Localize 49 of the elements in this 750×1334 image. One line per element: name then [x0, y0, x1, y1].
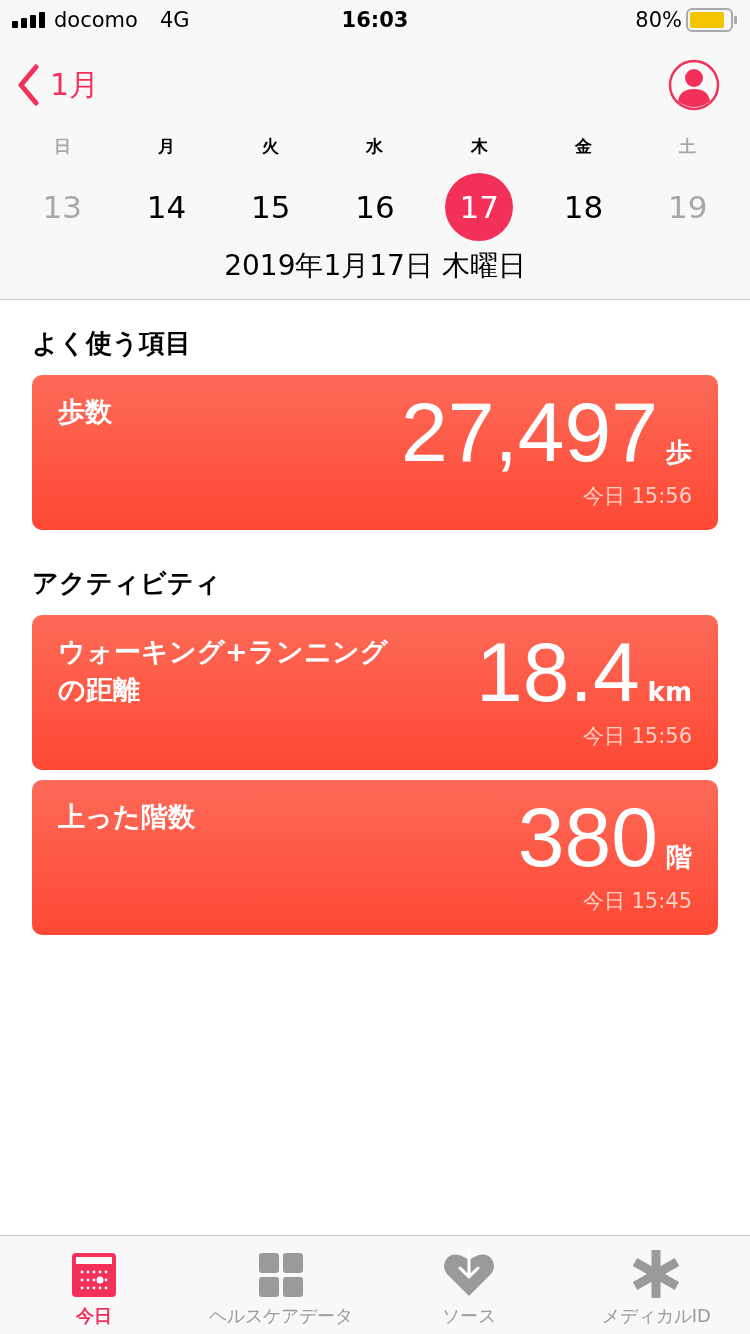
weekday-label: 日 — [53, 135, 71, 158]
heart-arrow-icon — [442, 1248, 495, 1298]
weekday-label: 土 — [679, 135, 697, 158]
section-title: アクティビティ — [32, 567, 222, 600]
grid-icon — [258, 1252, 305, 1298]
metric-label: ウォーキング+ランニングの距離 — [58, 635, 389, 707]
date-button[interactable]: 13 — [28, 173, 97, 241]
weekday-label: 木 — [470, 135, 488, 158]
date-title: 2019年1月17日 木曜日 — [223, 248, 527, 284]
tab-item[interactable]: ソース — [375, 1236, 563, 1334]
metric-time: 今日 15:56 — [582, 723, 692, 750]
status-time: 16:03 — [340, 8, 410, 32]
metric-time: 今日 15:56 — [582, 483, 692, 510]
metric-card[interactable]: ウォーキング+ランニングの距離 18.4 km 今日 15:56 — [32, 615, 718, 770]
date-button[interactable]: 14 — [132, 173, 201, 241]
network-type: 4G — [159, 8, 190, 32]
tab-item[interactable]: メディカルID — [562, 1236, 750, 1334]
battery-percent: 80% — [635, 8, 682, 32]
battery-icon — [686, 8, 738, 32]
date-button[interactable]: 17 — [445, 173, 514, 241]
weekday-label: 月 — [157, 135, 175, 158]
weekday-label: 金 — [575, 135, 593, 158]
section-title: よく使う項目 — [32, 327, 192, 360]
metric-label: 上った階数 — [58, 800, 196, 834]
metric-unit: km — [647, 677, 692, 707]
chevron-left-icon — [16, 64, 40, 106]
metric-time: 今日 15:45 — [582, 888, 692, 915]
back-button[interactable]: 1月 — [16, 64, 100, 106]
metric-unit: 歩 — [666, 436, 692, 469]
metric-unit: 階 — [666, 841, 692, 874]
date-button[interactable]: 16 — [341, 173, 409, 241]
signal-icon — [12, 12, 46, 28]
date-button[interactable]: 19 — [653, 173, 722, 241]
metric-card[interactable]: 上った階数 380 階 今日 15:45 — [32, 780, 718, 935]
tab-item[interactable]: ヘルスケアデータ — [187, 1236, 375, 1334]
metric-value: 18.4 — [476, 633, 640, 713]
metric-label: 歩数 — [58, 395, 113, 429]
calendar-icon — [70, 1252, 117, 1298]
metric-value: 27,497 — [401, 393, 658, 473]
metric-value: 380 — [517, 798, 658, 878]
asterisk-icon — [633, 1250, 680, 1298]
profile-icon[interactable] — [668, 59, 720, 111]
metric-card[interactable]: 歩数 27,497 歩 今日 15:56 — [32, 375, 718, 530]
weekday-label: 火 — [262, 135, 280, 158]
tab-item[interactable]: 今日 — [0, 1236, 188, 1334]
weekday-label: 水 — [366, 135, 384, 158]
carrier-name: docomo — [54, 8, 138, 32]
date-button[interactable]: 15 — [236, 173, 305, 241]
date-button[interactable]: 18 — [549, 173, 618, 241]
